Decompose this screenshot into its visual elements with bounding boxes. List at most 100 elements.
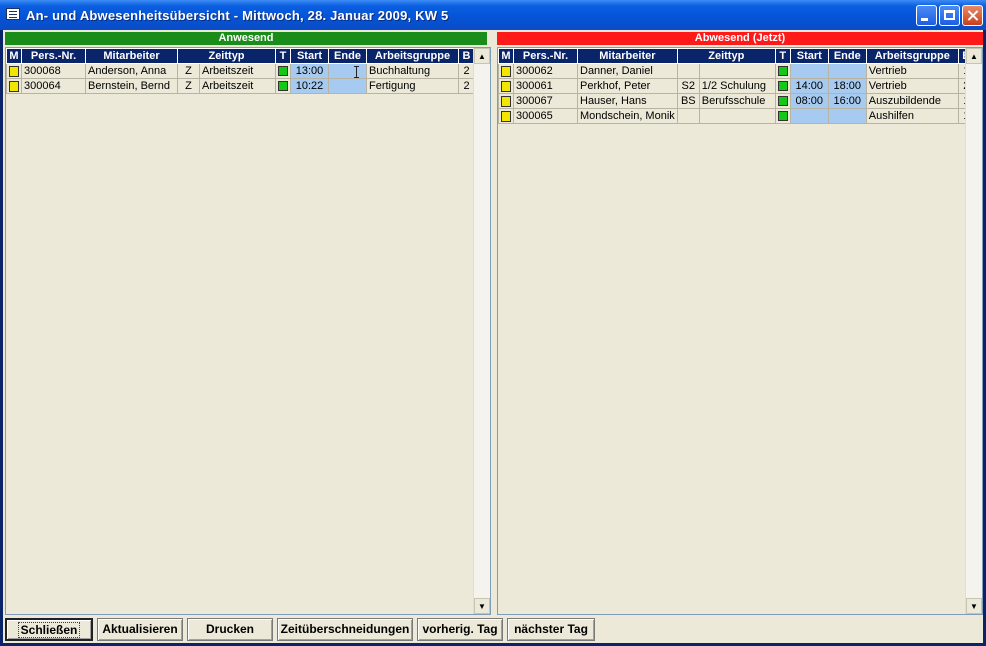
zeittyp-cell[interactable]: 1/2 Schulung: [698, 78, 776, 94]
minimize-button[interactable]: [916, 5, 937, 26]
record-marker[interactable]: [9, 65, 19, 77]
refresh-button[interactable]: Aktualisieren: [97, 618, 183, 641]
record-marker[interactable]: [501, 110, 511, 122]
ende-cell[interactable]: [827, 63, 867, 79]
close-window-button[interactable]: [962, 5, 983, 26]
start-cell[interactable]: [789, 108, 829, 124]
zeittyp-code-cell[interactable]: [676, 108, 700, 124]
zeittyp-cell[interactable]: Arbeitszeit: [199, 78, 276, 94]
pers-nr-cell[interactable]: 300068: [21, 63, 86, 79]
record-marker[interactable]: [501, 65, 511, 77]
start-cell[interactable]: 10:22: [290, 78, 329, 94]
arbeitsgruppe-cell[interactable]: Aushilfen: [865, 108, 959, 124]
zeittyp-code-cell[interactable]: S2: [676, 78, 700, 94]
zeittyp-cell[interactable]: [698, 63, 776, 79]
previous-day-button[interactable]: vorherig. Tag: [417, 618, 503, 641]
next-day-button[interactable]: nächster Tag: [507, 618, 595, 641]
col-header-t[interactable]: T: [774, 48, 791, 64]
table-row[interactable]: 300065 Mondschein, Monik Aushilfen 1: [498, 108, 975, 124]
ende-cell[interactable]: [328, 63, 367, 79]
col-header-t[interactable]: T: [275, 48, 291, 64]
mitarbeiter-cell[interactable]: Bernstein, Bernd: [85, 78, 178, 94]
arbeitsgruppe-cell[interactable]: Auszubildende: [865, 93, 959, 109]
col-header-start[interactable]: Start: [789, 48, 829, 64]
present-vertical-scrollbar[interactable]: ▲ ▼: [473, 48, 490, 614]
mitarbeiter-cell[interactable]: Anderson, Anna: [85, 63, 178, 79]
record-marker-cell[interactable]: [498, 78, 514, 94]
record-marker-cell[interactable]: [498, 108, 514, 124]
t-cell[interactable]: [774, 108, 791, 124]
col-header-zeittyp[interactable]: Zeittyp: [676, 48, 776, 64]
start-cell[interactable]: 14:00: [789, 78, 829, 94]
record-marker-cell[interactable]: [6, 78, 22, 94]
title-bar[interactable]: An- und Abwesenheitsübersicht - Mittwoch…: [0, 0, 986, 30]
overlaps-button[interactable]: Zeitüberschneidungen: [277, 618, 413, 641]
record-marker-cell[interactable]: [498, 63, 514, 79]
col-header-mitarbeiter[interactable]: Mitarbeiter: [577, 48, 678, 64]
col-header-arbeitsgruppe[interactable]: Arbeitsgruppe: [865, 48, 959, 64]
mitarbeiter-cell[interactable]: Perkhof, Peter: [577, 78, 678, 94]
zeittyp-code-cell[interactable]: BS: [676, 93, 700, 109]
t-cell[interactable]: [275, 78, 291, 94]
col-header-mitarbeiter[interactable]: Mitarbeiter: [85, 48, 178, 64]
col-header-start[interactable]: Start: [290, 48, 329, 64]
arbeitsgruppe-cell[interactable]: Vertrieb: [865, 63, 959, 79]
pers-nr-cell[interactable]: 300065: [513, 108, 578, 124]
ende-cell[interactable]: 16:00: [827, 93, 867, 109]
col-header-ende[interactable]: Ende: [827, 48, 867, 64]
mitarbeiter-cell[interactable]: Mondschein, Monik: [577, 108, 678, 124]
col-header-pers-nr[interactable]: Pers.-Nr.: [513, 48, 578, 64]
start-cell[interactable]: 08:00: [789, 93, 829, 109]
absent-vertical-scrollbar[interactable]: ▲ ▼: [965, 48, 982, 614]
start-cell[interactable]: 13:00: [290, 63, 329, 79]
zeittyp-cell[interactable]: Arbeitszeit: [199, 63, 276, 79]
t-cell[interactable]: [275, 63, 291, 79]
start-cell[interactable]: [789, 63, 829, 79]
zeittyp-code-cell[interactable]: Z: [177, 63, 200, 79]
zeittyp-code-cell[interactable]: [676, 63, 700, 79]
print-button[interactable]: Drucken: [187, 618, 273, 641]
table-row[interactable]: 300067 Hauser, Hans BS Berufsschule 08:0…: [498, 93, 975, 109]
col-header-ende[interactable]: Ende: [328, 48, 367, 64]
t-cell[interactable]: [774, 63, 791, 79]
scroll-up-arrow-icon[interactable]: ▲: [966, 48, 982, 64]
maximize-button[interactable]: [939, 5, 960, 26]
zeittyp-cell[interactable]: Berufsschule: [698, 93, 776, 109]
col-header-zeittyp[interactable]: Zeittyp: [177, 48, 276, 64]
t-cell[interactable]: [774, 93, 791, 109]
col-header-pers-nr[interactable]: Pers.-Nr.: [21, 48, 86, 64]
col-header-m[interactable]: M: [498, 48, 514, 64]
pers-nr-cell[interactable]: 300067: [513, 93, 578, 109]
col-header-arbeitsgruppe[interactable]: Arbeitsgruppe: [366, 48, 459, 64]
close-button[interactable]: Schließen: [5, 618, 93, 641]
t-cell[interactable]: [774, 78, 791, 94]
table-row[interactable]: 300068 Anderson, Anna Z Arbeitszeit 13:0…: [6, 63, 475, 79]
zeittyp-code-cell[interactable]: Z: [177, 78, 200, 94]
col-header-m[interactable]: M: [6, 48, 22, 64]
pers-nr-cell[interactable]: 300064: [21, 78, 86, 94]
record-marker[interactable]: [501, 95, 511, 107]
record-marker[interactable]: [9, 80, 19, 92]
mitarbeiter-cell[interactable]: Danner, Daniel: [577, 63, 678, 79]
mitarbeiter-cell[interactable]: Hauser, Hans: [577, 93, 678, 109]
ende-cell[interactable]: [328, 78, 367, 94]
arbeitsgruppe-cell[interactable]: Vertrieb: [865, 78, 959, 94]
arbeitsgruppe-cell[interactable]: Buchhaltung: [366, 63, 459, 79]
pers-nr-cell[interactable]: 300062: [513, 63, 578, 79]
zeittyp-cell[interactable]: [698, 108, 776, 124]
absent-grid[interactable]: M Pers.-Nr. Mitarbeiter Zeittyp T Start …: [497, 47, 983, 615]
scroll-up-arrow-icon[interactable]: ▲: [474, 48, 490, 64]
table-row[interactable]: 300061 Perkhof, Peter S2 1/2 Schulung 14…: [498, 78, 975, 94]
table-row[interactable]: 300064 Bernstein, Bernd Z Arbeitszeit 10…: [6, 78, 475, 94]
record-marker[interactable]: [501, 80, 511, 92]
ende-cell[interactable]: [827, 108, 867, 124]
pers-nr-cell[interactable]: 300061: [513, 78, 578, 94]
ende-cell[interactable]: 18:00: [827, 78, 867, 94]
scroll-down-arrow-icon[interactable]: ▼: [474, 598, 490, 614]
arbeitsgruppe-cell[interactable]: Fertigung: [366, 78, 459, 94]
record-marker-cell[interactable]: [498, 93, 514, 109]
scroll-down-arrow-icon[interactable]: ▼: [966, 598, 982, 614]
table-row[interactable]: 300062 Danner, Daniel Vertrieb 1: [498, 63, 975, 79]
record-marker-cell[interactable]: [6, 63, 22, 79]
present-grid[interactable]: M Pers.-Nr. Mitarbeiter Zeittyp T Start …: [5, 47, 491, 615]
